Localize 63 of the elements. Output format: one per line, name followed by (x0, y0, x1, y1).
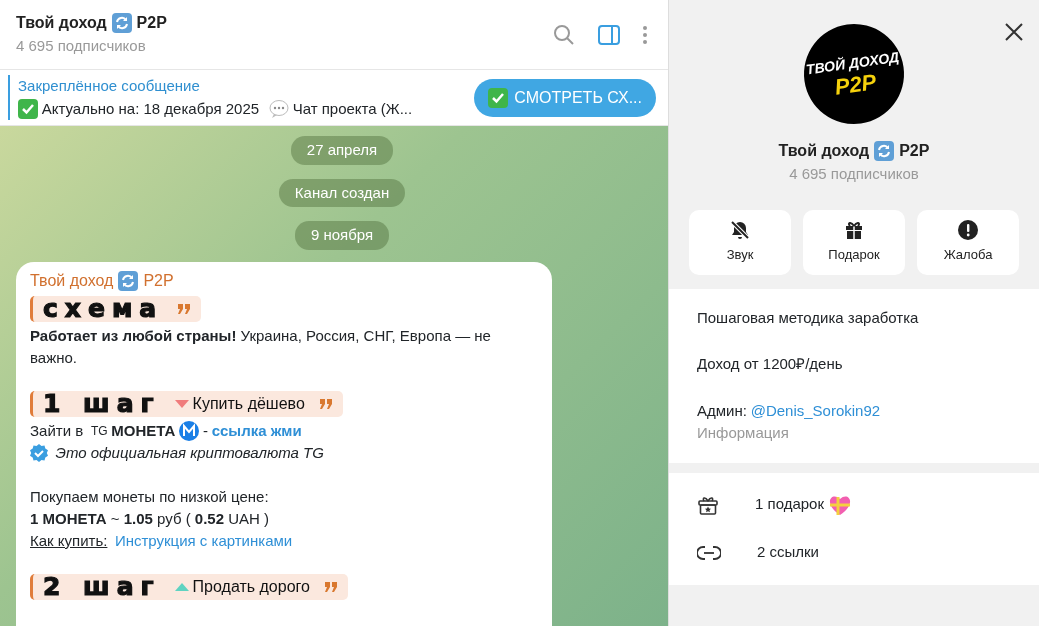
message-text: - (202, 420, 208, 441)
message-text: Как купить: (30, 530, 108, 551)
profile-name: Твой доход (778, 141, 870, 161)
gift-button[interactable]: Подарок (803, 209, 905, 275)
coin-name: МОНЕТА (111, 420, 176, 441)
description-text: Доход от 1200₽/день (697, 354, 844, 374)
message-text: Зайти в (30, 420, 84, 441)
heart-icon (827, 493, 852, 516)
quote-icon (318, 398, 333, 409)
check-icon (18, 98, 38, 119)
refresh-icon (874, 141, 895, 161)
sound-button[interactable]: Звук (689, 209, 791, 275)
info-caption: Информация (697, 423, 790, 443)
check-icon (488, 87, 509, 108)
subscriber-count: 4 695 подписчиков (16, 36, 147, 57)
speech-bubble-icon (268, 98, 289, 119)
message-author: Твой доход (30, 270, 114, 291)
message-author: P2P (143, 270, 174, 291)
gift-icon (843, 219, 865, 242)
item-label: 2 ссылки (757, 542, 819, 563)
message-text: Это официальная криптовалюта TG (55, 442, 324, 463)
banner-title: схема (43, 297, 164, 320)
pinned-text: Актуально на: 18 декабря 2025 (41, 98, 260, 119)
instruction-link[interactable]: Инструкция с картинками (114, 529, 293, 552)
close-icon (1005, 23, 1023, 42)
refresh-icon (111, 13, 132, 34)
muted-bell-icon (729, 219, 751, 242)
message-text: 1 МОНЕТА ~ 1.05 руб ( 0.52 UAH ) (30, 508, 270, 529)
date-pill: Канал создан (278, 178, 406, 207)
refresh-icon (118, 270, 139, 291)
description-text: Пошаговая методика заработка (697, 307, 920, 328)
channel-title: Твой доход (16, 13, 107, 34)
link-icon (697, 544, 721, 561)
down-triangle-icon (174, 399, 189, 408)
date-pill: 9 ноября (294, 221, 390, 250)
pinned-text: Чат проекта (Ж... (292, 98, 413, 119)
date-pill: 27 апреля (290, 136, 394, 165)
admin-link[interactable]: @Denis_Sorokin92 (750, 399, 881, 422)
sidebar-toggle-icon (597, 24, 620, 45)
search-icon (553, 23, 576, 46)
banner-title: 1 шаг (43, 392, 161, 415)
more-icon (642, 24, 649, 45)
banner-tag: Продать дорого (192, 575, 310, 598)
pinned-label[interactable]: Закреплённое сообщение (18, 75, 475, 98)
channel-title: P2P (136, 13, 167, 34)
profile-name: P2P (899, 141, 930, 161)
profile-item[interactable]: 1 подарок (697, 480, 1011, 529)
brand-label: TG (90, 422, 108, 440)
profile-subscribers: 4 695 подписчиков (789, 164, 919, 184)
report-button[interactable]: Жалоба (917, 209, 1019, 275)
message-text: Покупаем монеты по низкой цене: (30, 486, 270, 507)
exclamation-icon (957, 219, 979, 242)
item-label: 1 подарок (755, 494, 824, 515)
quote-icon (177, 303, 192, 314)
verified-badge-icon (30, 443, 48, 462)
admin-label: Админ: (697, 400, 747, 421)
profile-item[interactable]: 2 ссылки (697, 528, 1011, 577)
letter-m-icon (179, 420, 200, 441)
banner-tag: Купить дёшево (192, 392, 305, 415)
message-text: Работает из любой страны! Украина, Россия, СНГ, Европа — не важно. (30, 325, 492, 368)
up-triangle-icon (174, 582, 189, 591)
quote-icon (323, 581, 338, 592)
banner-title: 2 шаг (43, 575, 161, 598)
